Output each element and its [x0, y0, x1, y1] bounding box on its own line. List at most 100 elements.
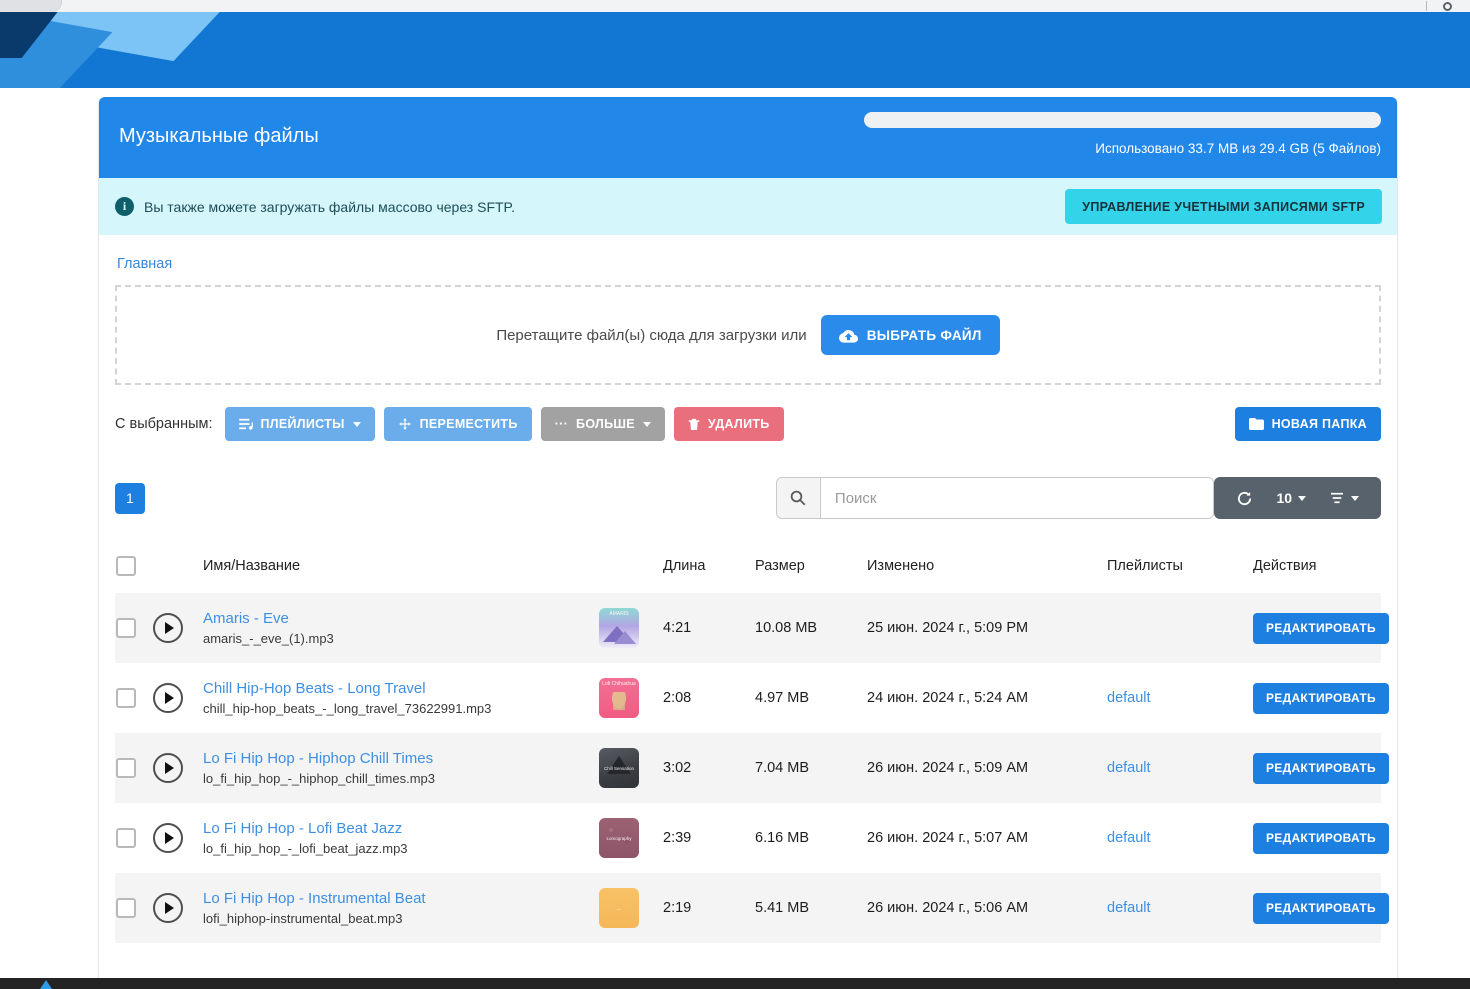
dropzone-text: Перетащите файл(ы) сюда для загрузки или — [496, 327, 806, 344]
table-controls: 10 — [1214, 477, 1381, 519]
row-checkbox[interactable] — [116, 618, 136, 638]
new-folder-button[interactable]: НОВАЯ ПАПКА — [1235, 407, 1381, 441]
row-checkbox[interactable] — [116, 758, 136, 778]
table-header: Имя/Название Длина Размер Изменено Плейл… — [115, 543, 1381, 593]
search-input[interactable] — [821, 478, 1214, 518]
file-playlist-link[interactable]: default — [1107, 900, 1253, 916]
file-size: 5.41 MB — [755, 900, 867, 916]
album-art: Lofi Chihuahua — [599, 678, 639, 718]
file-modified: 26 июн. 2024 г., 5:06 AM — [867, 900, 1107, 916]
album-art-text: Lofi Chihuahua — [602, 681, 636, 687]
breadcrumb: Главная — [115, 235, 1381, 285]
browser-toolbar-icons — [1426, 1, 1452, 11]
edit-button[interactable]: РЕДАКТИРОВАТЬ — [1253, 613, 1389, 644]
table-row: Lo Fi Hip Hop - Instrumental Beat lofi_h… — [115, 873, 1381, 943]
file-playlist-link[interactable]: default — [1107, 830, 1253, 846]
file-length: 2:08 — [663, 690, 755, 706]
table-row: Lo Fi Hip Hop - Hiphop Chill Times lo_fi… — [115, 733, 1381, 803]
chevron-down-icon — [643, 422, 651, 427]
playlists-button[interactable]: ПЛЕЙЛИСТЫ — [225, 407, 375, 441]
edit-button[interactable]: РЕДАКТИРОВАТЬ — [1253, 893, 1389, 924]
footer-bar — [0, 978, 1470, 989]
header-name: Имя/Название — [203, 558, 599, 574]
info-icon: i — [115, 197, 134, 216]
edit-button[interactable]: РЕДАКТИРОВАТЬ — [1253, 823, 1389, 854]
header-size: Размер — [755, 558, 867, 574]
file-title-link[interactable]: Lo Fi Hip Hop - Instrumental Beat — [203, 890, 599, 907]
file-table-body: Amaris - Eve amaris_-_eve_(1).mp3 AMARIS… — [115, 593, 1381, 943]
row-checkbox[interactable] — [116, 828, 136, 848]
album-art-text: — — [617, 907, 622, 912]
file-length: 2:19 — [663, 900, 755, 916]
browser-tab[interactable] — [0, 0, 62, 12]
more-button[interactable]: ··· БОЛЬШЕ — [541, 407, 665, 441]
album-art: Chill Sensation — [599, 748, 639, 788]
file-filename: lo_fi_hip_hop_-_lofi_beat_jazz.mp3 — [203, 841, 599, 856]
header-actions: Действия — [1253, 558, 1381, 574]
cloud-upload-icon — [839, 328, 858, 343]
play-button[interactable] — [153, 893, 183, 923]
delete-button[interactable]: УДАЛИТЬ — [674, 407, 784, 441]
edit-button[interactable]: РЕДАКТИРОВАТЬ — [1253, 753, 1389, 784]
browser-strip — [0, 0, 1470, 12]
with-selected-label: С выбранным: — [115, 416, 213, 432]
per-page-dropdown[interactable]: 10 — [1276, 490, 1306, 506]
file-filename: lofi_hiphop-instrumental_beat.mp3 — [203, 911, 599, 926]
file-size: 7.04 MB — [755, 760, 867, 776]
play-button[interactable] — [153, 823, 183, 853]
file-playlist-link[interactable]: default — [1107, 760, 1253, 776]
file-title-link[interactable]: Amaris - Eve — [203, 610, 599, 627]
sort-dropdown[interactable] — [1329, 492, 1359, 504]
album-art: Lomography — [599, 818, 639, 858]
refresh-button[interactable] — [1236, 490, 1253, 507]
play-button[interactable] — [153, 613, 183, 643]
select-all-checkbox[interactable] — [116, 556, 136, 576]
album-art-text: AMARIS — [609, 611, 628, 617]
trash-icon — [688, 417, 700, 431]
panel-content: Главная Перетащите файл(ы) сюда для загр… — [99, 235, 1397, 943]
album-art-text: Lomography — [606, 836, 631, 841]
file-playlist-link[interactable]: default — [1107, 690, 1253, 706]
row-checkbox[interactable] — [116, 898, 136, 918]
file-name-cell: Lo Fi Hip Hop - Lofi Beat Jazz lo_fi_hip… — [203, 820, 599, 856]
file-modified: 25 июн. 2024 г., 5:09 PM — [867, 620, 1107, 636]
album-art: AMARIS — [599, 608, 639, 648]
row-checkbox[interactable] — [116, 688, 136, 708]
breadcrumb-home-link[interactable]: Главная — [117, 256, 172, 272]
file-size: 6.16 MB — [755, 830, 867, 846]
file-modified: 26 июн. 2024 г., 5:09 AM — [867, 760, 1107, 776]
move-button[interactable]: ПЕРЕМЕСТИТЬ — [384, 407, 532, 441]
file-title-link[interactable]: Lo Fi Hip Hop - Lofi Beat Jazz — [203, 820, 599, 837]
sftp-info-text: Вы также можете загружать файлы массово … — [144, 199, 515, 215]
storage-usage-text: Использовано 33.7 MB из 29.4 GB (5 Файло… — [1095, 141, 1381, 156]
file-name-cell: Amaris - Eve amaris_-_eve_(1).mp3 — [203, 610, 599, 646]
move-label: ПЕРЕМЕСТИТЬ — [420, 417, 518, 431]
chevron-down-icon — [353, 422, 361, 427]
manage-sftp-accounts-button[interactable]: УПРАВЛЕНИЕ УЧЕТНЫМИ ЗАПИСЯМИ SFTP — [1065, 189, 1382, 224]
play-button[interactable] — [153, 753, 183, 783]
search-icon — [777, 478, 821, 518]
file-size: 10.08 MB — [755, 620, 867, 636]
per-page-value: 10 — [1276, 490, 1292, 506]
file-name-cell: Lo Fi Hip Hop - Hiphop Chill Times lo_fi… — [203, 750, 599, 786]
pagination-page-1[interactable]: 1 — [115, 483, 145, 514]
chevron-down-icon — [1351, 496, 1359, 501]
upload-dropzone[interactable]: Перетащите файл(ы) сюда для загрузки или… — [115, 285, 1381, 385]
browser-profile-icon[interactable] — [1443, 2, 1452, 11]
file-title-link[interactable]: Chill Hip-Hop Beats - Long Travel — [203, 680, 599, 697]
move-icon — [398, 417, 412, 431]
file-modified: 26 июн. 2024 г., 5:07 AM — [867, 830, 1107, 846]
header-playlists: Плейлисты — [1107, 558, 1253, 574]
edit-button[interactable]: РЕДАКТИРОВАТЬ — [1253, 683, 1389, 714]
footer-logo-icon — [40, 980, 52, 989]
storage-usage-bar — [864, 112, 1381, 128]
header-modified: Изменено — [867, 558, 1107, 574]
file-title-link[interactable]: Lo Fi Hip Hop - Hiphop Chill Times — [203, 750, 599, 767]
search-box — [776, 477, 1215, 519]
hero-banner — [0, 12, 1470, 88]
file-filename: amaris_-_eve_(1).mp3 — [203, 631, 599, 646]
album-art-text: Chill Sensation — [604, 766, 634, 771]
play-button[interactable] — [153, 683, 183, 713]
choose-file-button[interactable]: ВЫБРАТЬ ФАЙЛ — [821, 315, 1000, 355]
sftp-info-banner: i Вы также можете загружать файлы массов… — [99, 178, 1397, 235]
